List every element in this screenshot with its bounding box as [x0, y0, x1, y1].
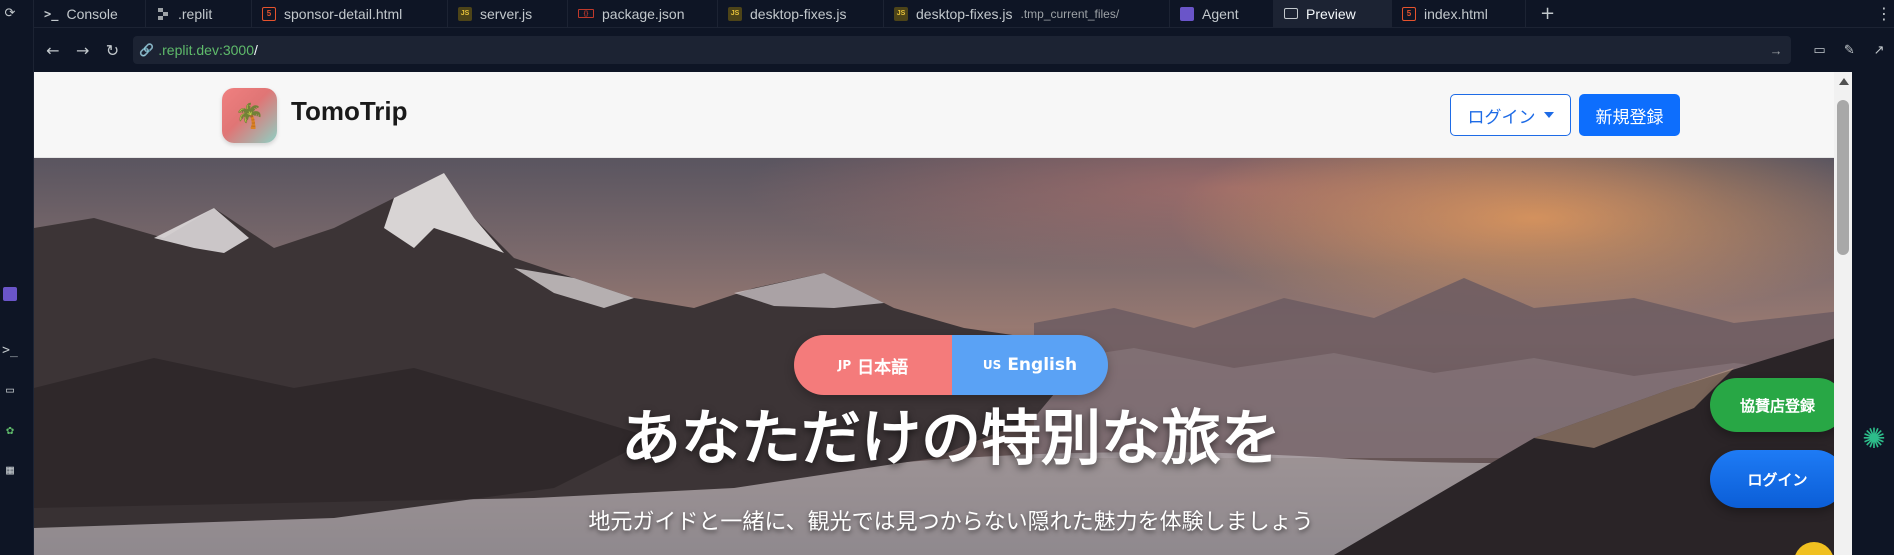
tab-replit[interactable]: .replit: [146, 0, 252, 28]
language-toggle: JP 日本語 US English: [794, 335, 1108, 395]
editor-tab-bar: >_ Console .replit 5 sponsor-detail.html…: [34, 0, 1894, 28]
console-icon[interactable]: >_: [0, 340, 20, 360]
tab-package-json[interactable]: {} package.json: [568, 0, 718, 28]
link-icon: 🔗: [139, 43, 155, 57]
logo-glyph: 🌴: [234, 101, 265, 130]
tab-label: Agent: [1202, 5, 1239, 22]
open-new-tab-icon[interactable]: ↗: [1864, 35, 1894, 65]
tab-label: server.js: [480, 5, 533, 22]
tab-label: desktop-fixes.js: [916, 5, 1013, 22]
preview-webview: 🌴 TomoTrip ログイン 新規登録 JP 日本語 US English あ…: [34, 72, 1868, 555]
assistant-icon[interactable]: ✺: [1858, 422, 1890, 455]
caret-down-icon: [1543, 112, 1554, 118]
devtools-icon[interactable]: ✎: [1834, 35, 1864, 65]
html-file-icon: 5: [1402, 6, 1416, 21]
tab-sublabel: .tmp_current_files/: [1020, 6, 1120, 21]
add-tab-button[interactable]: +: [1526, 3, 1569, 24]
url-path: /: [253, 42, 258, 58]
tab-label: .replit: [178, 5, 213, 22]
signup-button[interactable]: 新規登録: [1579, 94, 1680, 136]
jp-flag-icon: JP: [837, 358, 852, 372]
agent-icon[interactable]: [0, 284, 20, 304]
hero-subtitle: 地元ガイドと一緒に、観光では見つからない隠れた魅力を体験しましょう: [588, 510, 1314, 535]
activity-rail: ⟳ >_ ▭ ✿ ▦: [0, 0, 34, 555]
lang-english-button[interactable]: US English: [952, 335, 1108, 395]
floating-login-button[interactable]: ログイン: [1710, 450, 1845, 508]
console-icon: >_: [44, 6, 59, 21]
replit-icon: [156, 7, 170, 21]
tab-index-html[interactable]: 5 index.html: [1392, 0, 1526, 28]
agent-icon: [1180, 6, 1194, 21]
login-label: ログイン: [1467, 107, 1536, 128]
url-host: .replit.dev:3000: [158, 42, 254, 58]
js-file-icon: JS: [458, 6, 472, 21]
js-file-icon: JS: [894, 6, 908, 21]
back-button[interactable]: ←: [38, 35, 68, 65]
open-url-icon[interactable]: →: [1770, 43, 1783, 58]
json-file-icon: {}: [578, 9, 594, 18]
device-toggle-icon[interactable]: ▭: [1805, 35, 1835, 65]
tab-label: sponsor-detail.html: [284, 5, 403, 22]
login-dropdown-button[interactable]: ログイン: [1450, 94, 1571, 136]
tab-console[interactable]: >_ Console: [34, 0, 146, 28]
palm-tree-icon[interactable]: 🌴: [222, 88, 277, 143]
tab-preview[interactable]: Preview: [1274, 0, 1392, 28]
deploy-icon[interactable]: ✿: [0, 420, 20, 440]
html-file-icon: 5: [262, 6, 276, 21]
reload-button[interactable]: ↻: [98, 35, 128, 65]
hero-section: JP 日本語 US English あなただけの特別な旅を 地元ガイドと一緒に、…: [34, 158, 1868, 555]
lang-japanese-button[interactable]: JP 日本語: [794, 335, 952, 395]
url-field[interactable]: 🔗 .replit.dev:3000 / →: [133, 36, 1791, 64]
tab-label: Preview: [1306, 5, 1356, 22]
webview-scrollbar[interactable]: [1834, 72, 1852, 555]
tab-label: Console: [66, 5, 118, 22]
preview-address-bar: ← → ↻ 🔗 .replit.dev:3000 / → ▭ ✎ ↗: [34, 28, 1894, 72]
tab-label: package.json: [602, 5, 685, 22]
lang-jp-label: 日本語: [857, 357, 909, 378]
brand-name[interactable]: TomoTrip: [291, 96, 408, 127]
site-header: 🌴 TomoTrip ログイン 新規登録: [34, 72, 1868, 158]
forward-button[interactable]: →: [68, 35, 98, 65]
workspace-icon[interactable]: ⟳: [0, 3, 20, 23]
tab-label: desktop-fixes.js: [750, 5, 847, 22]
tab-desktop-fixes-js-tmp[interactable]: JS desktop-fixes.js .tmp_current_files/: [884, 0, 1170, 28]
right-edge-panel: ✺: [1852, 72, 1894, 555]
apps-grid-icon[interactable]: ▦: [0, 460, 20, 480]
tab-desktop-fixes-js[interactable]: JS desktop-fixes.js: [718, 0, 884, 28]
sponsor-register-button[interactable]: 協賛店登録: [1710, 378, 1845, 432]
us-flag-icon: US: [982, 358, 1002, 372]
tab-sponsor-detail-html[interactable]: 5 sponsor-detail.html: [252, 0, 448, 28]
tab-label: index.html: [1424, 5, 1488, 22]
scroll-thumb[interactable]: [1837, 100, 1849, 255]
scroll-up-arrow-icon[interactable]: [1839, 78, 1849, 85]
tab-agent[interactable]: Agent: [1170, 0, 1274, 28]
js-file-icon: JS: [728, 6, 742, 21]
preview-icon[interactable]: ▭: [0, 380, 20, 400]
hero-title: あなただけの特別な旅を: [621, 404, 1281, 474]
tab-server-js[interactable]: JS server.js: [448, 0, 568, 28]
lang-en-label: English: [1007, 355, 1078, 375]
more-options-icon[interactable]: ⋮: [1876, 4, 1894, 23]
preview-icon: [1284, 8, 1298, 19]
